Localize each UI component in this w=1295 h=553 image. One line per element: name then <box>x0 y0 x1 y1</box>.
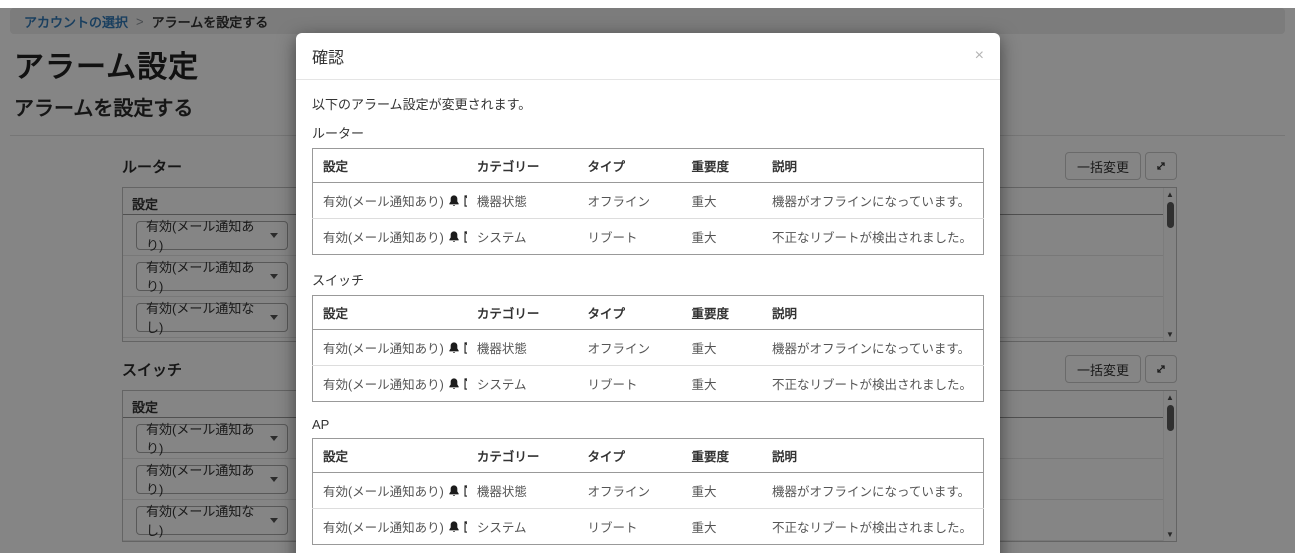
modal-title: 確認 <box>312 50 345 67</box>
bell-icon <box>447 341 461 355</box>
severity-value: 重大 <box>681 182 763 219</box>
bell-icon <box>447 230 461 244</box>
close-icon[interactable]: × <box>975 48 984 64</box>
modal-group-label-ap: AP <box>312 417 330 432</box>
table-row: 有効(メール通知あり) システム リブート 重大 不正なリブートが検出されました… <box>313 366 984 402</box>
col-header-type: タイプ <box>577 295 682 330</box>
description-value: 機器がオフラインになっています。 <box>762 329 984 366</box>
setting-value: 有効(メール通知あり) <box>323 342 444 356</box>
col-header-description: 説明 <box>762 295 984 330</box>
modal-group-label-router: ルーター <box>312 126 365 141</box>
type-value: リブート <box>587 521 638 535</box>
col-header-severity: 重要度 <box>681 438 763 473</box>
severity-value: 重大 <box>691 231 717 245</box>
col-header-setting: 設定 <box>312 295 467 330</box>
col-header-type: タイプ <box>577 148 682 183</box>
category-value: システム <box>476 378 527 392</box>
mail-icon <box>464 194 467 207</box>
type-value: オフライン <box>577 472 682 509</box>
setting-value: 有効(メール通知あり) <box>323 485 444 499</box>
bell-icon <box>447 377 461 391</box>
table-row: 有効(メール通知あり) システム リブート 重大 不正なリブートが検出されました… <box>313 509 984 545</box>
type-value: オフライン <box>577 329 682 366</box>
type-value: リブート <box>587 378 638 392</box>
table-row: 有効(メール通知あり) 機器状態 オフライン 重大 機器がオフラインになっていま… <box>312 329 984 366</box>
category-value: システム <box>476 521 527 535</box>
col-header-setting: 設定 <box>312 438 467 473</box>
type-value: オフライン <box>577 182 682 219</box>
description-value: 機器がオフラインになっています。 <box>762 182 984 219</box>
confirm-table-ap: 設定 カテゴリー タイプ 重要度 説明 有効(メール通知あり) 機器状態 オフラ… <box>312 438 984 545</box>
severity-value: 重大 <box>681 472 763 509</box>
col-header-setting: 設定 <box>312 148 467 183</box>
table-row: 有効(メール通知あり) システム リブート 重大 不正なリブートが検出されました… <box>313 219 984 255</box>
modal-intro-text: 以下のアラーム設定が変更されます。 <box>312 97 532 112</box>
col-header-type: タイプ <box>577 438 682 473</box>
category-value: 機器状態 <box>466 472 578 509</box>
table-row: 有効(メール通知あり) 機器状態 オフライン 重大 機器がオフラインになっていま… <box>312 182 984 219</box>
bell-icon <box>447 194 461 208</box>
category-value: 機器状態 <box>466 329 578 366</box>
type-value: リブート <box>587 231 638 245</box>
col-header-severity: 重要度 <box>681 148 763 183</box>
category-value: 機器状態 <box>466 182 578 219</box>
confirm-table-switch: 設定 カテゴリー タイプ 重要度 説明 有効(メール通知あり) 機器状態 オフラ… <box>312 295 984 402</box>
setting-value: 有効(メール通知あり) <box>323 521 444 535</box>
description-value: 不正なリブートが検出されました。 <box>772 378 973 392</box>
setting-value: 有効(メール通知あり) <box>323 378 444 392</box>
severity-value: 重大 <box>691 521 717 535</box>
confirmation-modal: 確認 × 以下のアラーム設定が変更されます。 ルーター 設定 カテゴリー タイプ… <box>296 33 1000 553</box>
confirm-table-router: 設定 カテゴリー タイプ 重要度 説明 有効(メール通知あり) 機器状態 オフラ… <box>312 148 984 255</box>
category-value: システム <box>476 231 527 245</box>
mail-icon <box>464 484 467 497</box>
col-header-severity: 重要度 <box>681 295 763 330</box>
col-header-category: カテゴリー <box>466 295 578 330</box>
description-value: 機器がオフラインになっています。 <box>762 472 984 509</box>
severity-value: 重大 <box>681 329 763 366</box>
bell-icon <box>447 484 461 498</box>
col-header-category: カテゴリー <box>466 438 578 473</box>
modal-group-label-switch: スイッチ <box>312 273 365 288</box>
col-header-category: カテゴリー <box>466 148 578 183</box>
description-value: 不正なリブートが検出されました。 <box>772 231 973 245</box>
mail-icon <box>464 520 467 533</box>
bell-icon <box>447 520 461 534</box>
mail-icon <box>464 377 467 390</box>
mail-icon <box>464 230 467 243</box>
mail-icon <box>464 341 467 354</box>
description-value: 不正なリブートが検出されました。 <box>772 521 973 535</box>
col-header-description: 説明 <box>762 438 984 473</box>
setting-value: 有効(メール通知あり) <box>323 231 444 245</box>
severity-value: 重大 <box>691 378 717 392</box>
table-row: 有効(メール通知あり) 機器状態 オフライン 重大 機器がオフラインになっていま… <box>312 472 984 509</box>
col-header-description: 説明 <box>762 148 984 183</box>
setting-value: 有効(メール通知あり) <box>323 195 444 209</box>
